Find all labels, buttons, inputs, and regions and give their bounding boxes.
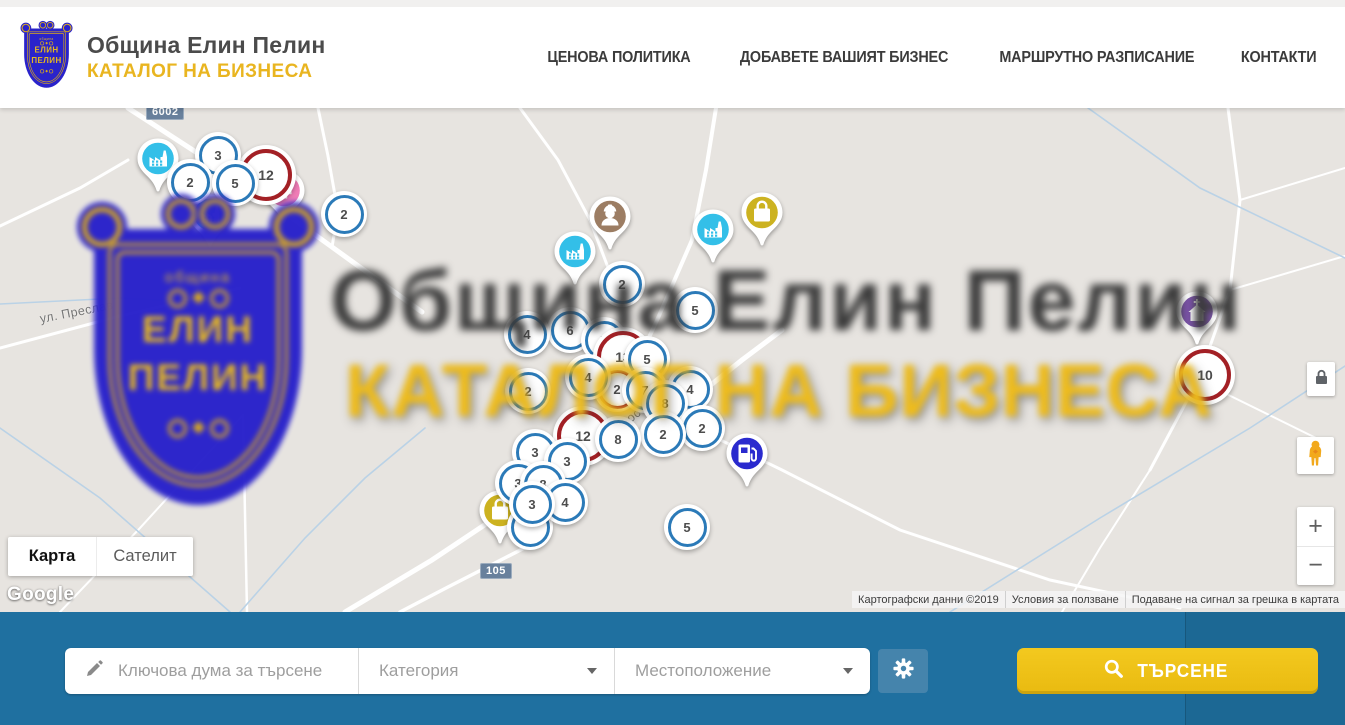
search-button-label: ТЪРСЕНЕ xyxy=(1137,660,1228,682)
category-select[interactable]: Категория xyxy=(358,648,614,694)
map-cluster-marker[interactable]: 2 xyxy=(505,368,551,414)
map-cluster-marker[interactable]: 2 xyxy=(679,405,725,451)
map-cluster-marker[interactable]: 10 xyxy=(1175,345,1235,405)
emblem-text-line2: ПЕЛИН xyxy=(22,56,71,65)
chevron-down-icon xyxy=(587,668,597,674)
map-type-control: Карта Сателит xyxy=(8,537,193,576)
category-select-value: Категория xyxy=(379,661,458,681)
nav-item[interactable]: КОНТАКТИ xyxy=(1241,49,1317,67)
map-cluster-marker[interactable]: 4 xyxy=(565,354,611,400)
zoom-control: + − xyxy=(1297,507,1334,585)
map-pin-church[interactable] xyxy=(1174,290,1220,353)
keyword-input[interactable] xyxy=(116,660,335,682)
location-select-value: Местоположение xyxy=(635,661,771,681)
map-type-map-button[interactable]: Карта xyxy=(8,537,96,576)
lock-icon xyxy=(1315,369,1328,390)
map-pin-factory[interactable] xyxy=(690,208,736,271)
map-attribution-link[interactable]: Подаване на сигнал за грешка в картата xyxy=(1125,591,1345,608)
emblem-text-line1: ЕЛИН xyxy=(22,46,71,55)
map-cluster-marker[interactable]: 2 xyxy=(599,261,645,307)
location-select[interactable]: Местоположение xyxy=(614,648,870,694)
chevron-down-icon xyxy=(843,668,853,674)
site-header: община ЕЛИН ПЕЛИН Община Елин Пелин КАТА… xyxy=(0,0,1345,108)
zoom-in-button[interactable]: + xyxy=(1297,507,1334,547)
map-cluster-marker[interactable]: 4 xyxy=(504,311,550,357)
map-data-notice: Картографски данни ©2019 xyxy=(852,591,1005,608)
map-cluster-marker[interactable]: 2 xyxy=(167,159,213,205)
municipality-emblem-logo: община ЕЛИН ПЕЛИН xyxy=(22,25,72,90)
pencil-icon xyxy=(85,660,103,683)
advanced-settings-button[interactable] xyxy=(878,649,928,693)
map-pin-bag[interactable] xyxy=(739,191,785,254)
map-pin-factory[interactable] xyxy=(552,230,598,293)
nav-item[interactable]: МАРШРУТНО РАЗПИСАНИЕ xyxy=(999,49,1194,67)
map-type-satellite-button[interactable]: Сателит xyxy=(96,537,193,576)
zoom-out-button[interactable]: − xyxy=(1297,547,1334,586)
map-cluster-marker[interactable]: 2 xyxy=(321,191,367,237)
search-bar: Категория Местоположение ТЪРСЕНЕ xyxy=(0,612,1345,725)
pegman-icon xyxy=(1307,440,1324,472)
map-cluster-marker[interactable]: 5 xyxy=(664,504,710,550)
site-title: Община Елин Пелин xyxy=(87,32,325,58)
gear-icon xyxy=(893,658,914,684)
search-icon xyxy=(1104,659,1123,683)
search-fields: Категория Местоположение xyxy=(65,648,870,694)
map-cluster-marker[interactable]: 8 xyxy=(595,416,641,462)
nav-item[interactable]: ДОБАВЕТЕ ВАШИЯТ БИЗНЕС xyxy=(740,49,948,67)
map-cluster-marker[interactable]: 2 xyxy=(640,411,686,457)
nav-item[interactable]: ЦЕНОВА ПОЛИТИКА xyxy=(547,49,690,67)
map-cluster-marker[interactable]: 5 xyxy=(672,287,718,333)
map-markers-layer: 1232522564713524748221228333843510 xyxy=(0,108,1345,612)
site-brand[interactable]: община ЕЛИН ПЕЛИН Община Елин Пелин КАТА… xyxy=(22,25,325,90)
map-cluster-marker[interactable]: 3 xyxy=(509,481,555,527)
map-attribution: Картографски данни ©2019Условия за ползв… xyxy=(852,591,1345,608)
map-attribution-link[interactable]: Условия за ползване xyxy=(1005,591,1125,608)
main-nav: ЦЕНОВА ПОЛИТИКА ДОБАВЕТЕ ВАШИЯТ БИЗНЕС МАР… xyxy=(542,49,1319,67)
search-button[interactable]: ТЪРСЕНЕ xyxy=(1017,648,1318,694)
emblem-text-top: община xyxy=(22,37,71,41)
keyword-field[interactable] xyxy=(65,648,358,694)
map-pin-fuel[interactable] xyxy=(724,432,770,495)
google-map[interactable]: 6002105ул. Преславбул. „Новоселщи 123252… xyxy=(0,108,1345,612)
street-view-pegman-button[interactable] xyxy=(1297,437,1334,474)
google-logo[interactable]: Google xyxy=(7,584,74,606)
map-lock-button[interactable] xyxy=(1307,362,1335,396)
site-subtitle: КАТАЛОГ НА БИЗНЕСА xyxy=(87,61,325,83)
map-cluster-marker[interactable]: 5 xyxy=(212,160,258,206)
